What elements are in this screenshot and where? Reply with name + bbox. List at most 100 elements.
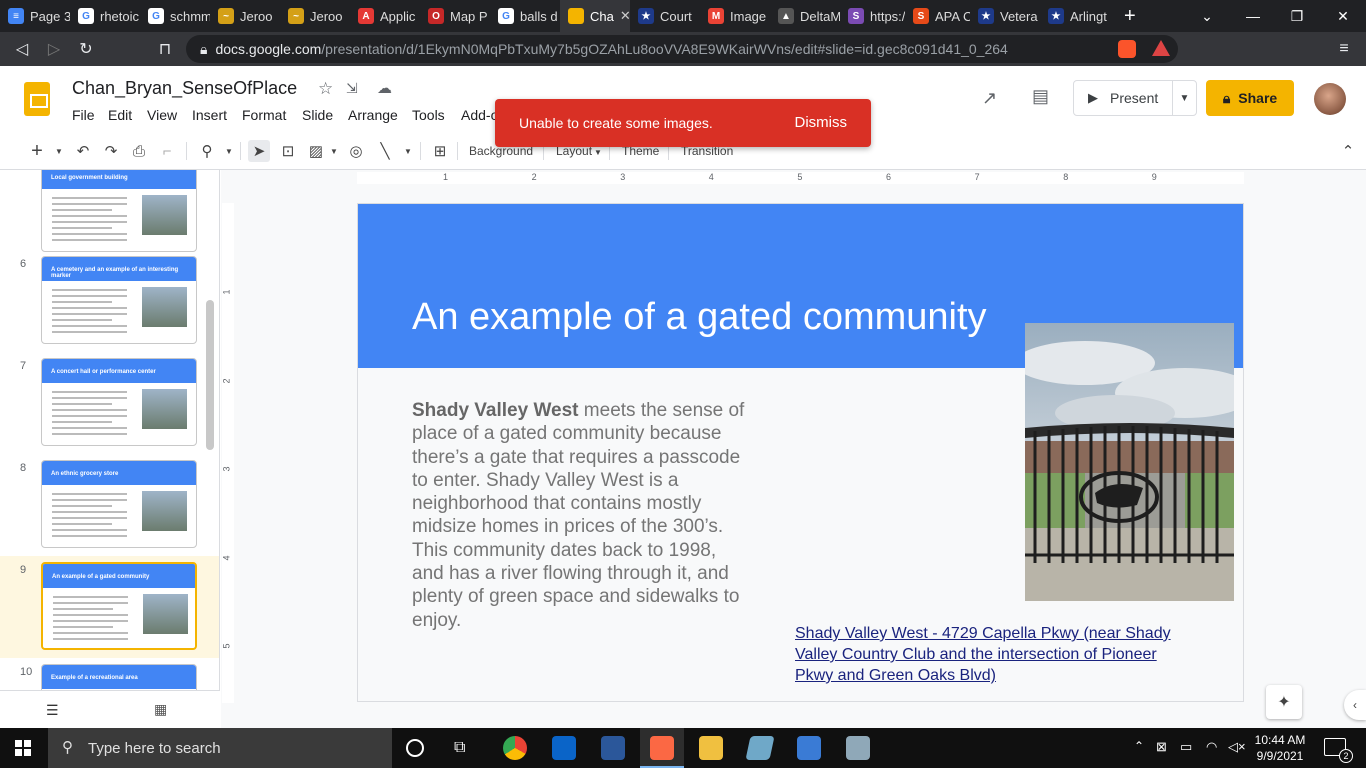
slide-thumbnail[interactable]: A cemetery and an example of an interest… [41,256,197,344]
bookmark-icon[interactable]: ⊓ [152,36,178,62]
menu-item[interactable]: Slide [302,107,333,123]
file-explorer-icon[interactable] [699,736,723,760]
document-title[interactable]: Chan_Bryan_SenseOfPlace [72,78,297,99]
clock[interactable]: 10:44 AM 9/9/2021 [1250,732,1310,764]
restore-icon[interactable]: ❐ [1274,0,1320,32]
menu-item[interactable]: File [72,107,95,123]
security-tray-icon[interactable]: ⊠ [1156,739,1167,755]
line-dropdown-icon[interactable]: ▼ [397,140,419,162]
slide-thumbnail[interactable]: Example of a recreational area [41,664,197,690]
word-app-icon[interactable] [601,736,625,760]
text-box-icon[interactable]: ⊡ [277,140,299,162]
share-button[interactable]: 🔒︎ Share [1206,80,1294,116]
browser-tab[interactable]: ★ Arlingt [1040,0,1112,32]
select-cursor-icon[interactable]: ➤ [248,140,270,162]
grid-view-icon[interactable]: ▦ [154,701,167,718]
task-manager-icon[interactable] [846,736,870,760]
browser-tab[interactable]: A Applic [350,0,420,32]
cortana-icon[interactable] [406,739,424,757]
browser-tab[interactable]: Shttps:/ [840,0,905,32]
image-dropdown-icon[interactable]: ▼ [323,140,345,162]
undo-icon[interactable]: ↶ [72,140,94,162]
shape-icon[interactable]: ◎ [345,140,367,162]
slide-body-text[interactable]: Shady Valley West meets the sense of pla… [412,399,752,632]
dismiss-button[interactable]: Dismiss [795,114,848,131]
browser-tab[interactable]: Gballs d [490,0,560,32]
taskbar-search-box[interactable]: ⚲ Type here to search [48,728,392,768]
menu-item[interactable]: Edit [108,107,132,123]
task-view-icon[interactable]: ⧉ [454,739,465,757]
store-app-icon[interactable] [797,736,821,760]
slides-logo-icon[interactable] [24,82,50,116]
notification-center-icon[interactable]: 2 [1324,738,1353,763]
slide-9[interactable]: An example of a gated community Shady Va… [357,203,1244,702]
browser-tab[interactable]: ▲ DeltaM [770,0,840,32]
close-window-icon[interactable]: ✕ [1320,0,1366,32]
menu-item[interactable]: Tools [412,107,445,123]
browser-tab[interactable]: S APA Ci [905,0,970,32]
line-icon[interactable]: ╲ [374,140,396,162]
zoom-dropdown-icon[interactable]: ▼ [218,140,240,162]
new-slide-dropdown-icon[interactable]: ▼ [48,140,70,162]
star-icon[interactable]: ☆ [318,79,333,99]
tray-overflow-icon[interactable]: ⌃ [1134,739,1144,753]
brave-rewards-icon[interactable] [1152,40,1170,56]
slide-title[interactable]: An example of a gated community [412,296,987,339]
slide-thumbnail[interactable]: An example of a gated community [41,562,197,650]
address-bar[interactable]: 🔒︎ docs.google.com/presentation/d/1EkymN… [186,35,1178,63]
activity-dashboard-icon[interactable]: ↗ [982,88,997,109]
gate-photo[interactable] [1025,323,1234,601]
add-comment-icon[interactable]: ⊞ [429,140,451,162]
browser-tab[interactable]: ~ Jeroo [210,0,280,32]
back-icon[interactable]: ◁ [9,36,35,62]
snip-app-icon[interactable] [745,736,775,760]
browser-tab[interactable]: ≡ Page 3 [0,0,70,32]
location-link[interactable]: Shady Valley West - 4729 Capella Pkwy (n… [795,623,1195,686]
browser-tab[interactable]: Gschmm [140,0,210,32]
redo-icon[interactable]: ↷ [100,140,122,162]
menu-item[interactable]: Format [242,107,286,123]
comments-icon[interactable]: ▤ [1032,86,1049,107]
filmstrip-view-icon[interactable]: ☰ [46,702,59,719]
menu-item[interactable]: Arrange [348,107,398,123]
print-icon[interactable]: ⎙ [128,140,150,162]
browser-tab[interactable]: ★ Court [630,0,700,32]
browser-menu-icon[interactable]: ≡ [1331,36,1357,62]
brave-shield-icon[interactable] [1118,40,1136,58]
filmstrip-scrollbar[interactable] [206,300,214,450]
close-tab-icon[interactable]: ✕ [620,8,630,24]
new-slide-icon[interactable]: + [26,140,48,162]
paint-format-icon[interactable]: ⌐ [156,140,178,162]
present-button[interactable]: ▶ Present ▼ [1073,80,1197,116]
browser-tab[interactable]: Grhetoic [70,0,140,32]
menu-item[interactable]: Add-o [461,107,498,123]
slide-thumbnail[interactable]: A concert hall or performance center [41,358,197,446]
browser-tab[interactable]: M Image [700,0,770,32]
battery-icon[interactable]: ▭ [1180,739,1192,755]
zoom-icon[interactable]: ⚲ [196,140,218,162]
side-panel-toggle-icon[interactable]: ‹ [1344,690,1366,720]
tab-search-icon[interactable]: ⌄ [1184,0,1230,32]
browser-tab[interactable]: Cha ✕ [560,0,630,32]
forward-icon[interactable]: ▷ [41,36,67,62]
menu-item[interactable]: View [147,107,177,123]
present-dropdown-icon[interactable]: ▼ [1172,81,1196,115]
browser-tab[interactable]: O Map P [420,0,490,32]
volume-muted-icon[interactable]: ◁× [1228,739,1246,755]
windows-start-icon[interactable] [15,740,31,756]
slide-thumbnail[interactable]: Local government building [41,170,197,252]
menu-item[interactable]: Insert [192,107,227,123]
browser-tab[interactable]: ~ Jeroo [280,0,350,32]
chrome-app-icon[interactable] [503,736,527,760]
outlook-app-icon[interactable] [552,736,576,760]
collapse-toolbar-icon[interactable]: ⌃ [1337,140,1359,162]
avatar[interactable] [1314,83,1346,115]
wifi-icon[interactable]: ◠ [1206,739,1217,755]
minimize-icon[interactable]: — [1230,0,1276,32]
slide-thumbnail[interactable]: An ethnic grocery store [41,460,197,548]
move-folder-icon[interactable]: ⇲ [346,80,358,97]
reload-icon[interactable]: ↻ [73,36,99,62]
browser-tab[interactable]: ★ Vetera [970,0,1040,32]
new-tab-icon[interactable]: + [1124,5,1136,28]
explore-icon[interactable]: ✦ [1266,685,1302,719]
